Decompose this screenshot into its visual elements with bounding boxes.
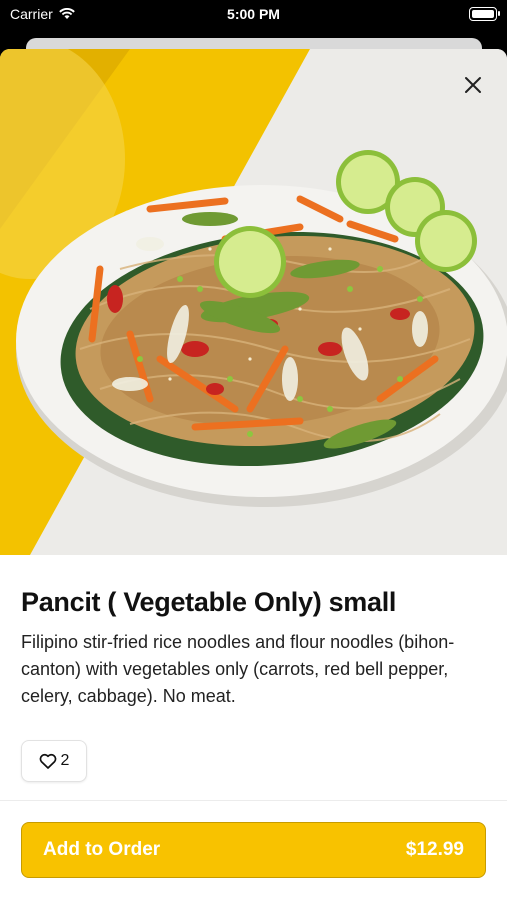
add-to-order-label: Add to Order (43, 839, 161, 860)
item-description: Filipino stir-fried rice noodles and flo… (21, 632, 455, 706)
close-icon (465, 77, 481, 93)
item-detail-sheet: Pancit ( Vegetable Only) small Filipino … (0, 49, 507, 900)
item-title: Pancit ( Vegetable Only) small (21, 587, 397, 617)
food-image (0, 49, 507, 555)
status-bar: Carrier 5:00 PM (0, 0, 507, 30)
like-count: 2 (60, 752, 70, 769)
battery-icon (469, 7, 500, 21)
close-button[interactable] (457, 69, 489, 101)
order-price: $12.99 (405, 839, 464, 860)
divider (0, 800, 507, 801)
clock: 5:00 PM (227, 6, 280, 22)
add-to-order-button[interactable]: Add to Order $12.99 (21, 822, 486, 878)
heart-icon (39, 753, 56, 769)
like-button[interactable]: 2 (21, 740, 87, 782)
